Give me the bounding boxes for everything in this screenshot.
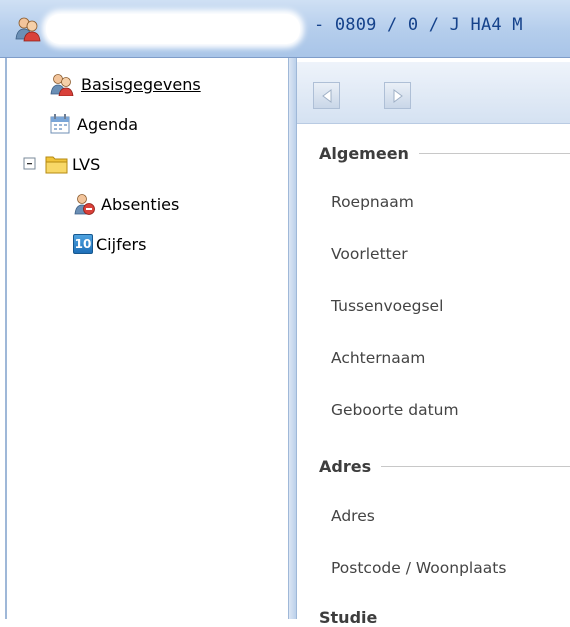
pane-splitter[interactable] <box>289 58 297 619</box>
section-divider <box>418 153 570 154</box>
sidebar-item-absenties[interactable]: Absenties <box>73 192 179 216</box>
arrow-left-icon <box>321 88 331 103</box>
title-bar: - 0809 / 0 / J HA4 M <box>0 0 570 58</box>
grades-icon: 10 <box>73 234 93 254</box>
field-label-roepnaam: Roepnaam <box>331 193 414 211</box>
navigation-tree: Basisgegevens Agenda LVS Absenties 10 Ci… <box>5 58 289 619</box>
sidebar-item-label: Absenties <box>101 194 180 214</box>
section-title: Adres <box>319 457 372 476</box>
sidebar-item-label: Agenda <box>77 114 139 134</box>
redacted-name <box>46 14 300 44</box>
absence-icon <box>74 194 95 215</box>
section-title: Studie <box>319 608 378 627</box>
field-label-postcode-woonplaats: Postcode / Woonplaats <box>331 559 507 577</box>
forward-button[interactable] <box>384 82 411 109</box>
sidebar-item-label: LVS <box>72 154 101 174</box>
section-title: Algemeen <box>319 144 409 163</box>
section-adres: Adres <box>319 457 570 476</box>
sidebar-item-label: Cijfers <box>96 234 147 254</box>
field-label-geboorte-datum: Geboorte datum <box>331 401 459 419</box>
field-label-adres: Adres <box>331 507 375 525</box>
students-icon <box>14 14 42 42</box>
detail-toolbar <box>297 62 570 124</box>
window-title: - 0809 / 0 / J HA4 M <box>314 15 523 35</box>
sidebar-item-cijfers[interactable]: 10 Cijfers <box>73 232 146 256</box>
section-partial: Studie <box>319 608 570 627</box>
field-label-voorletter: Voorletter <box>331 245 408 263</box>
sidebar-item-label: Basisgegevens <box>81 74 201 94</box>
students-icon <box>50 74 74 96</box>
folder-icon <box>45 156 68 174</box>
sidebar-item-lvs[interactable]: LVS <box>23 152 100 176</box>
detail-panel: Algemeen Roepnaam Voorletter Tussenvoegs… <box>297 124 570 627</box>
calendar-icon <box>50 114 70 134</box>
sidebar-item-basisgegevens[interactable]: Basisgegevens <box>49 72 201 96</box>
back-button[interactable] <box>313 82 340 109</box>
grades-icon-text: 10 <box>74 237 92 251</box>
section-divider <box>381 466 570 467</box>
sidebar-item-agenda[interactable]: Agenda <box>49 112 138 136</box>
field-label-tussenvoegsel: Tussenvoegsel <box>331 297 444 315</box>
collapse-icon[interactable] <box>23 157 37 171</box>
arrow-right-icon <box>393 88 403 103</box>
field-label-achternaam: Achternaam <box>331 349 426 367</box>
section-algemeen: Algemeen <box>319 144 570 163</box>
